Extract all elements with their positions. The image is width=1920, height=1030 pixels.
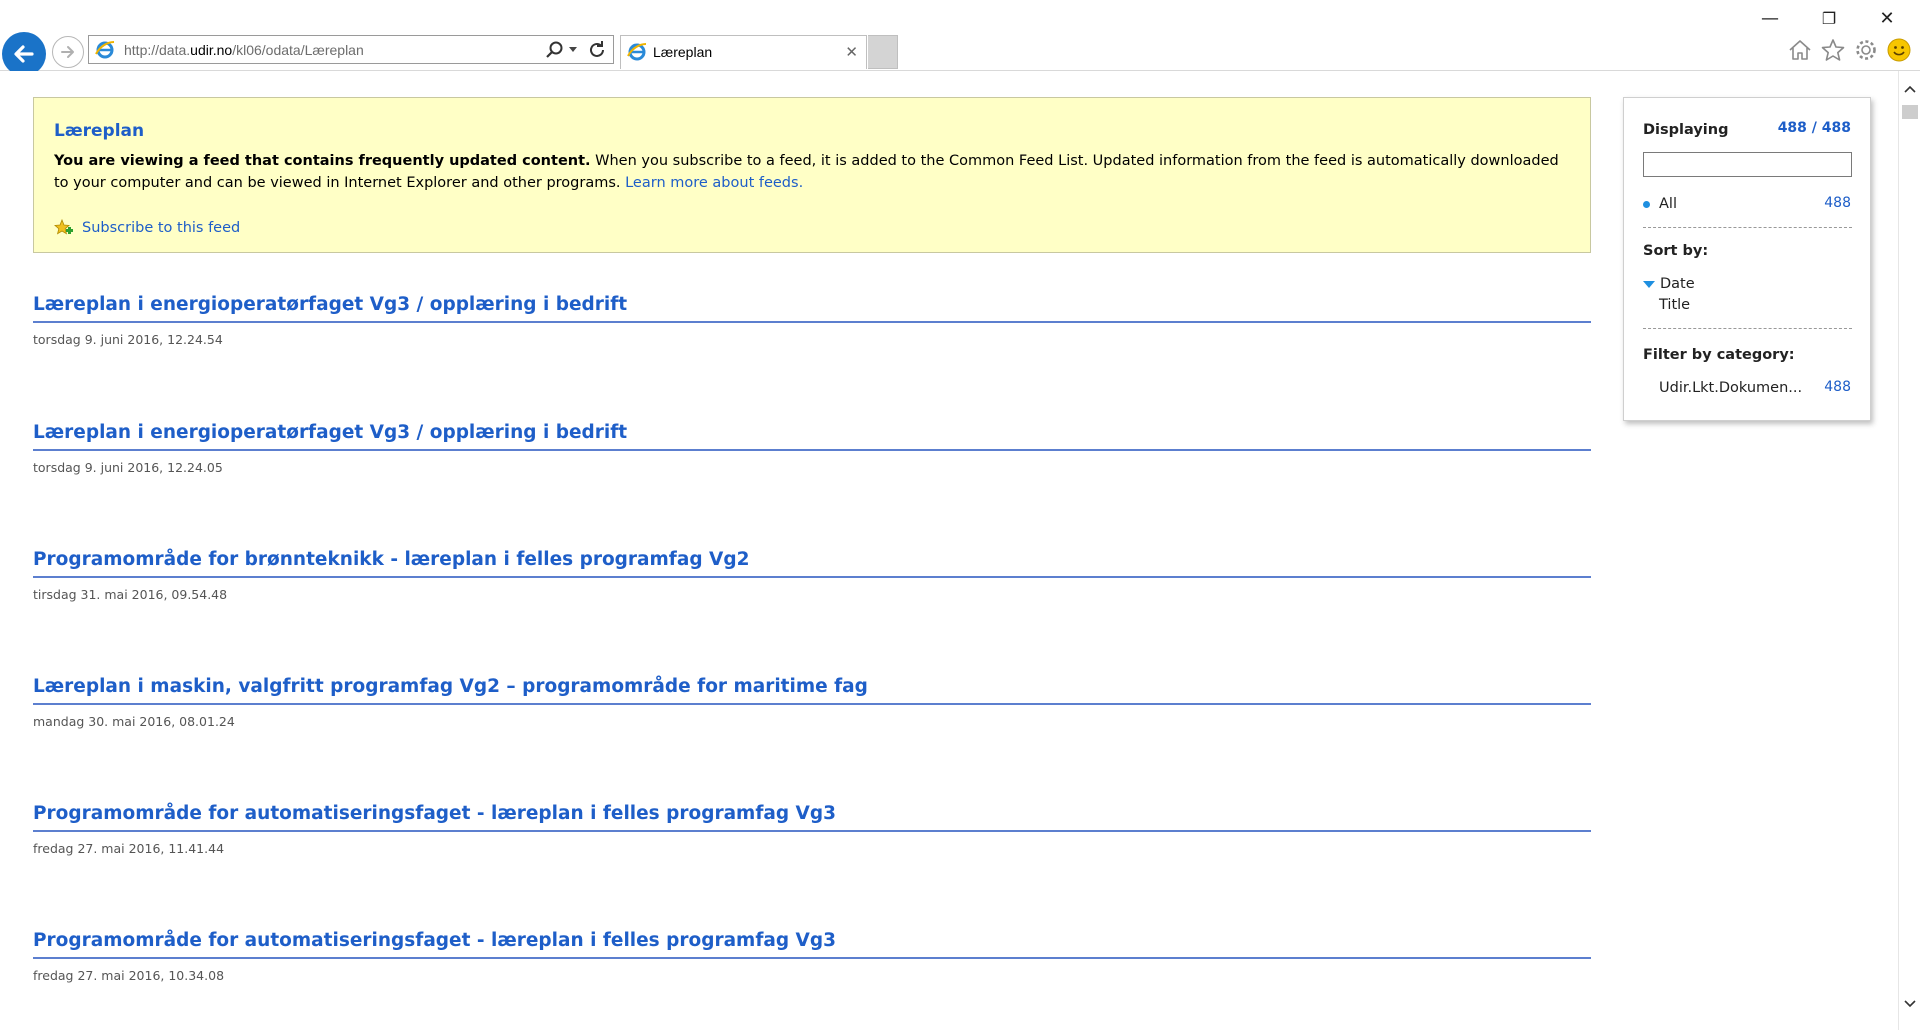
sort-by-label: Sort by:	[1643, 243, 1709, 259]
feed-item-date: torsdag 9. juni 2016, 12.24.05	[33, 460, 223, 475]
feed-item-title[interactable]: Læreplan i energioperatørfaget Vg3 / opp…	[33, 422, 1591, 451]
tab-title: Læreplan	[653, 44, 713, 60]
vertical-scrollbar[interactable]	[1898, 71, 1920, 1030]
displaying-count: 488 / 488	[1777, 120, 1851, 136]
feed-content: Læreplan You are viewing a feed that con…	[0, 71, 1898, 1030]
close-window-button[interactable]: ✕	[1864, 4, 1910, 32]
tab-close-icon[interactable]: ✕	[845, 43, 858, 61]
feed-filter-panel: Displaying 488 / 488 All 488 Sort by: Da…	[1623, 97, 1871, 421]
feed-description: You are viewing a feed that contains fre…	[54, 153, 1559, 191]
browser-chrome: — ❐ ✕ http://data.udir.no/kl06/odata/Lær…	[0, 0, 1920, 76]
feed-item-date: tirsdag 31. mai 2016, 09.54.48	[33, 587, 228, 602]
smiley-feedback-icon[interactable]	[1886, 37, 1912, 63]
forward-button[interactable]	[52, 36, 84, 68]
feed-item-title[interactable]: Læreplan i maskin, valgfritt programfag …	[33, 676, 1591, 705]
feed-item: Læreplan i energioperatørfaget Vg3 / opp…	[33, 422, 1591, 475]
filter-all[interactable]: All	[1643, 196, 1677, 212]
selected-dot-icon	[1643, 200, 1650, 208]
feed-info-banner: Læreplan You are viewing a feed that con…	[33, 97, 1591, 253]
feed-item: Programområde for brønnteknikk - lærepla…	[33, 549, 1591, 602]
ie-logo-icon	[627, 43, 647, 61]
sort-title[interactable]: Title	[1659, 297, 1690, 313]
feed-item: Læreplan i maskin, valgfritt programfag …	[33, 676, 1591, 729]
learn-more-link[interactable]: Learn more about feeds.	[625, 175, 803, 191]
category-count: 488	[1824, 379, 1851, 395]
minimize-button[interactable]: —	[1747, 4, 1793, 32]
scroll-down-icon[interactable]	[1904, 1000, 1916, 1008]
subscribe-link[interactable]: Subscribe to this feed	[54, 218, 240, 238]
home-icon[interactable]	[1787, 37, 1813, 63]
feed-item-date: mandag 30. mai 2016, 08.01.24	[33, 714, 235, 729]
displaying-label: Displaying	[1643, 122, 1729, 138]
feed-item: Programområde for automatiseringsfaget -…	[33, 930, 1591, 983]
feed-item-title[interactable]: Programområde for automatiseringsfaget -…	[33, 930, 1591, 959]
sort-descending-icon	[1643, 280, 1655, 288]
filter-by-category-label: Filter by category:	[1643, 347, 1795, 363]
all-count: 488	[1824, 195, 1851, 211]
feed-item-title[interactable]: Læreplan i energioperatørfaget Vg3 / opp…	[33, 294, 1591, 323]
favorites-star-icon[interactable]	[1820, 37, 1846, 63]
feed-item-title[interactable]: Programområde for brønnteknikk - lærepla…	[33, 549, 1591, 578]
back-arrow-icon	[14, 45, 34, 63]
tab-laereplan[interactable]: Læreplan ✕	[620, 35, 867, 69]
search-icon[interactable]	[544, 39, 566, 61]
feed-item-title[interactable]: Programområde for automatiseringsfaget -…	[33, 803, 1591, 832]
feed-item-date: torsdag 9. juni 2016, 12.24.54	[33, 332, 223, 347]
scroll-up-icon[interactable]	[1904, 85, 1916, 93]
feed-search-input[interactable]	[1643, 152, 1852, 177]
scroll-thumb[interactable]	[1902, 105, 1918, 119]
forward-arrow-icon	[61, 46, 74, 58]
url-text[interactable]: http://data.udir.no/kl06/odata/Læreplan	[124, 42, 364, 58]
feed-title: Læreplan	[54, 121, 145, 141]
address-bar[interactable]: http://data.udir.no/kl06/odata/Læreplan	[88, 35, 614, 64]
feed-item: Læreplan i energioperatørfaget Vg3 / opp…	[33, 294, 1591, 347]
ie-logo-icon	[95, 41, 115, 59]
restore-button[interactable]: ❐	[1806, 4, 1852, 32]
back-button[interactable]	[2, 32, 46, 76]
feed-item-date: fredag 27. mai 2016, 10.34.08	[33, 968, 225, 983]
feed-item-date: fredag 27. mai 2016, 11.41.44	[33, 841, 225, 856]
divider	[1643, 328, 1852, 329]
refresh-icon[interactable]	[586, 39, 608, 61]
new-tab-button[interactable]	[868, 35, 898, 69]
sort-date[interactable]: Date	[1643, 276, 1695, 292]
subscribe-star-plus-icon	[54, 218, 73, 235]
category-item[interactable]: Udir.Lkt.Dokumen...	[1659, 380, 1802, 396]
chevron-down-icon[interactable]	[568, 46, 578, 54]
subscribe-label: Subscribe to this feed	[82, 220, 241, 236]
gear-icon[interactable]	[1853, 37, 1879, 63]
feed-item: Programområde for automatiseringsfaget -…	[33, 803, 1591, 856]
divider	[1643, 227, 1852, 228]
